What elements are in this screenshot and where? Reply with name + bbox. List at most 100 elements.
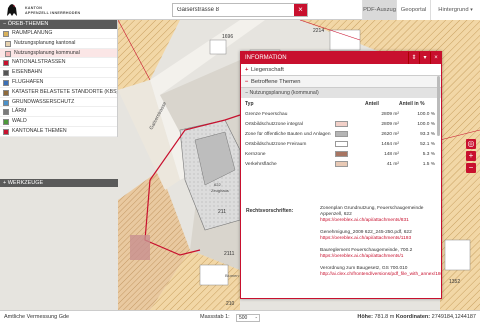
locate-button[interactable]: ◎ bbox=[466, 139, 476, 149]
sidebar-item-label: KANTONALE THEMEN bbox=[12, 127, 67, 134]
koordinaten-value: 2749184,1244187 bbox=[431, 314, 476, 320]
nutzungsplanung-subheader[interactable]: − Nutzungsplanung (kommunal) bbox=[241, 88, 441, 98]
sidebar-item[interactable]: KATASTER BELASTETE STANDORTE (KBS) bbox=[0, 88, 117, 98]
information-header: INFORMATION ⇕ ▾ × bbox=[241, 52, 441, 64]
collapse-icon[interactable]: ▾ bbox=[419, 52, 430, 64]
zone-table: Typ Anteil Anteil in % Grenze Feuerschau… bbox=[245, 98, 435, 169]
sidebar-item-label: LÄRM bbox=[12, 108, 27, 115]
canton-flag-icon bbox=[3, 2, 21, 18]
map-label-210: 210 bbox=[226, 301, 235, 307]
search-input[interactable] bbox=[173, 4, 293, 16]
zone-swatch-cell bbox=[335, 109, 365, 119]
table-row: Ortsbildschutzzone Freiraum 1464 m² 52.1 % bbox=[245, 139, 435, 149]
layer-swatch-icon bbox=[3, 128, 9, 135]
pdf-extract-button[interactable]: PDF-Auszug bbox=[362, 0, 396, 20]
hohe-value: 781.8 m bbox=[374, 314, 395, 320]
layer-swatch-icon bbox=[3, 31, 9, 37]
legal-document-item: Verordnung zum Baugesetz, GS 700.010 http… bbox=[320, 266, 441, 278]
table-row: Ortsbildschutzzone integral 2809 m² 100.0 … bbox=[245, 119, 435, 129]
map-label-211: 211 bbox=[218, 209, 226, 215]
layer-swatch-icon bbox=[3, 109, 9, 116]
sidebar-item[interactable]: WALD bbox=[0, 117, 117, 127]
map-label-1696: 1696 bbox=[222, 34, 233, 40]
betroffene-themen-label: Betroffene Themen bbox=[251, 79, 301, 85]
zone-prozent: 52.1 % bbox=[420, 141, 435, 147]
legal-document-link[interactable]: https://oereblex.ai.ch/api/attachments/8… bbox=[320, 218, 428, 224]
zone-color-swatch bbox=[335, 150, 348, 157]
zone-typ: Ortsbildschutzzone integral bbox=[245, 121, 303, 127]
legal-document-title: Verordnung zum Baugesetz, GS 700.010 bbox=[320, 266, 408, 271]
sidebar-item-label: NATIONALSTRASSEN bbox=[12, 59, 66, 66]
zone-swatch-cell bbox=[335, 149, 365, 159]
zoom-out-button[interactable]: − bbox=[466, 163, 476, 173]
zone-anteil: 148 m² bbox=[384, 151, 399, 157]
background-label: Hintergrund bbox=[438, 7, 469, 13]
zone-anteil: 2809 m² bbox=[381, 121, 399, 127]
map-label-1352: 1352 bbox=[449, 279, 460, 285]
zoom-in-button[interactable]: + bbox=[466, 151, 476, 161]
legal-document-link[interactable]: https://oereblex.ai.ch/api/attachments/1 bbox=[320, 254, 428, 260]
close-icon[interactable]: × bbox=[430, 52, 441, 64]
layer-credit: Amtliche Vermessung Gde bbox=[4, 314, 70, 320]
clear-search-button[interactable]: × bbox=[294, 4, 307, 16]
sidebar-item-label: Nutzungsplanung kommunal bbox=[14, 49, 80, 56]
sidebar-item[interactable]: Nutzungsplanung kommunal bbox=[0, 48, 117, 59]
sidebar-item[interactable]: RAUMPLANUNG bbox=[0, 29, 117, 39]
legal-document-item: Genehmigung_2009 622_245-250.pdf, 622 htt… bbox=[320, 230, 428, 242]
betroffene-themen-row[interactable]: − Betroffene Themen bbox=[241, 76, 441, 88]
zone-anteil: 2620 m² bbox=[381, 131, 399, 137]
geoportal-button[interactable]: Geoportal bbox=[396, 0, 430, 20]
coordinates-readout: Höhe: 781.8 m Koordinaten: 2749184,12441… bbox=[357, 311, 476, 324]
layer-swatch-icon bbox=[3, 89, 9, 96]
background-dropdown[interactable]: Hintergrund ▾ bbox=[430, 0, 480, 20]
zone-anteil: 41 m² bbox=[386, 161, 399, 167]
sidebar-item[interactable]: GRUNDWASSERSCHUTZ bbox=[0, 98, 117, 108]
layer-swatch-icon bbox=[3, 70, 9, 77]
sidebar-item-label: KATASTER BELASTETE STANDORTE (KBS) bbox=[12, 88, 117, 95]
zone-swatch-cell bbox=[335, 129, 365, 139]
table-header-row: Typ Anteil Anteil in % bbox=[245, 98, 435, 109]
zone-color-swatch bbox=[335, 160, 348, 167]
sidebar-item-label: WALD bbox=[12, 118, 27, 125]
col-swatch bbox=[335, 98, 365, 109]
layer-swatch-icon bbox=[3, 60, 9, 67]
sidebar-item-label: RAUMPLANUNG bbox=[12, 30, 53, 36]
col-typ: Typ bbox=[245, 100, 254, 107]
sidebar-item[interactable]: Nutzungsplanung kantonal bbox=[0, 39, 117, 49]
zone-prozent: 100.0 % bbox=[417, 111, 435, 117]
zone-color-swatch bbox=[335, 120, 348, 127]
sidebar-item[interactable]: KANTONALE THEMEN bbox=[0, 127, 117, 137]
legal-document-link[interactable]: https://oereblex.ai.ch/api/attachments/1… bbox=[320, 236, 428, 242]
sidebar-item[interactable]: NATIONALSTRASSEN bbox=[0, 58, 117, 69]
liegenschaft-row[interactable]: + Liegenschaft bbox=[241, 64, 441, 76]
table-row: Grenze Feuerschau 2809 m² 100.0 % bbox=[245, 109, 435, 119]
map-label-2214: 2214 bbox=[313, 28, 324, 34]
legal-document-title: Genehmigung_2009 622_245-250.pdf, 622 bbox=[320, 230, 412, 235]
sidebar-item[interactable]: LÄRM bbox=[0, 107, 117, 118]
resize-icon[interactable]: ⇕ bbox=[408, 52, 419, 64]
zone-anteil: 2809 m² bbox=[381, 111, 399, 117]
zone-typ: Kernzone bbox=[245, 151, 266, 157]
info-scrollbar[interactable] bbox=[437, 76, 440, 136]
chevron-down-icon: ▾ bbox=[470, 7, 473, 13]
logo-line-1: KANTON bbox=[25, 6, 43, 10]
legal-document-title: Baureglement Feuerschaugemeinde, 700.2 bbox=[320, 248, 413, 253]
search-box[interactable]: × bbox=[172, 3, 308, 17]
legal-document-title: Zonenplan Grundnutzung, Feuerschaugemein… bbox=[320, 206, 424, 218]
hohe-label: Höhe: bbox=[357, 314, 373, 320]
layer-swatch-icon bbox=[3, 79, 9, 86]
oereb-topics-header[interactable]: − ÖREB-THEMEN bbox=[0, 20, 117, 29]
map-controls: ◎ + − bbox=[466, 139, 476, 175]
zone-color-swatch bbox=[335, 140, 348, 147]
sidebar-item[interactable]: FLUGHAFEN bbox=[0, 78, 117, 88]
sidebar-item-label: EISENBAHN bbox=[12, 69, 42, 76]
scale-select[interactable]: 500 ⌃ bbox=[236, 314, 260, 322]
zone-color-swatch bbox=[335, 130, 348, 137]
sidebar-item-label: FLUGHAFEN bbox=[12, 78, 44, 85]
tools-header[interactable]: + WERKZEUGE bbox=[0, 179, 118, 187]
legal-document-link[interactable]: http://ai.clex.ch/frontend/versions/pdf_… bbox=[320, 272, 441, 278]
information-panel: INFORMATION ⇕ ▾ × + Liegenschaft − Betroff… bbox=[240, 51, 442, 299]
sidebar-item[interactable]: EISENBAHN bbox=[0, 68, 117, 78]
canton-logo[interactable]: KANTON APPENZELL INNERRHODEN bbox=[3, 2, 118, 18]
zone-swatch-cell bbox=[335, 119, 365, 129]
